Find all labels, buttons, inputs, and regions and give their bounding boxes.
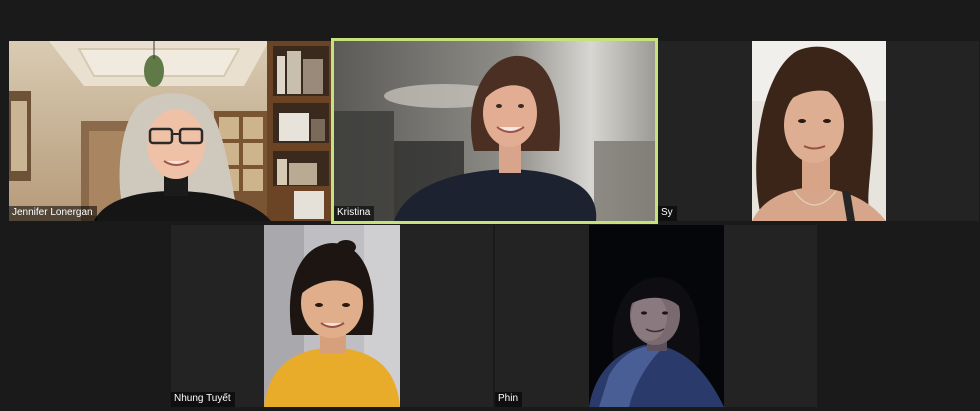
participant-tile-phin[interactable]: Phin: [495, 225, 817, 407]
participant-name-label: Nhung Tuyết: [171, 392, 235, 407]
participant-video-phin: [589, 225, 724, 407]
participant-video-nhung: [264, 225, 400, 407]
participant-name-label: Phin: [495, 392, 523, 407]
participant-name-label: Kristina: [334, 206, 375, 221]
participant-name-label: Sy: [658, 206, 677, 221]
participant-tile-jennifer[interactable]: Jennifer Lonergan: [9, 41, 331, 221]
participant-video-sy: [752, 41, 886, 221]
participant-tile-sy[interactable]: Sy: [658, 41, 979, 221]
participant-video-jennifer: [9, 41, 331, 221]
participant-name-label: Jennifer Lonergan: [9, 206, 97, 221]
participant-tile-nhung[interactable]: Nhung Tuyết: [171, 225, 493, 407]
video-gallery: Jennifer Lonergan Kristina Sy Nhung Tuyế…: [0, 0, 980, 411]
participant-video-kristina: [334, 41, 655, 221]
participant-tile-kristina[interactable]: Kristina: [331, 38, 658, 224]
